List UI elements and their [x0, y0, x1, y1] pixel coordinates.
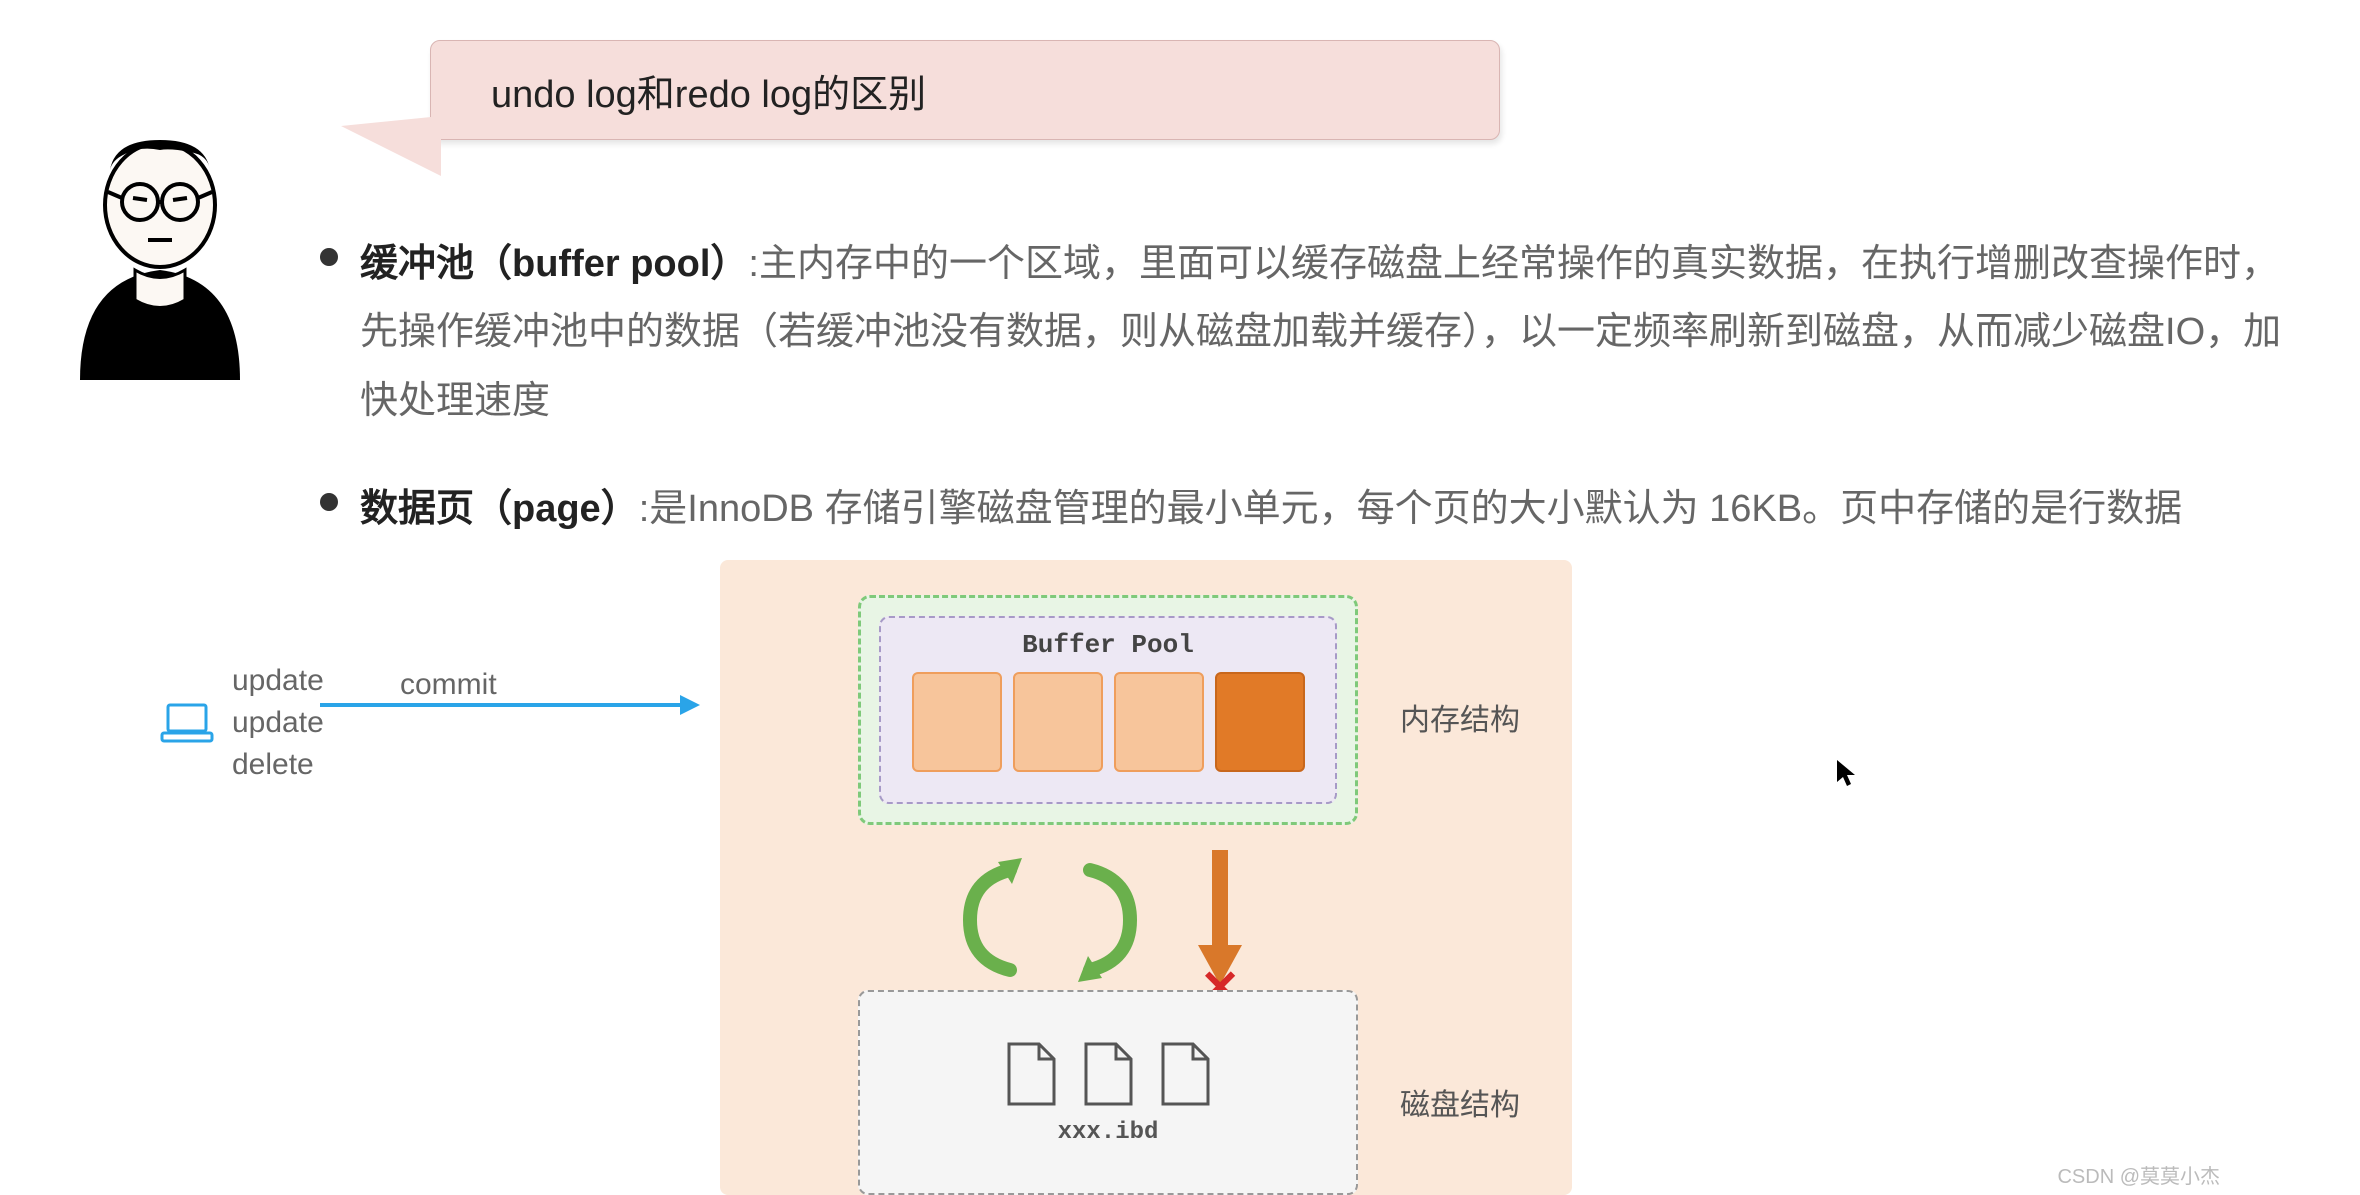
disk-label: 磁盘结构 — [1400, 1080, 1520, 1124]
buffer-pool-inner: Buffer Pool — [879, 616, 1337, 804]
bullet-text: 缓冲池（buffer pool）:主内存中的一个区域，里面可以缓存磁盘上经常操作… — [360, 230, 2300, 435]
ops-text: update update delete — [232, 660, 324, 786]
bullet-item: 数据页（page）:是InnoDB 存储引擎磁盘管理的最小单元，每个页的大小默认… — [320, 475, 2300, 543]
bullet-dot — [320, 248, 338, 266]
commit-arrow-icon — [320, 685, 700, 725]
client-operations: update update delete — [160, 660, 324, 786]
op-update2: update — [232, 702, 324, 744]
file-icons — [1004, 1039, 1213, 1109]
op-delete: delete — [232, 744, 324, 786]
bullet-label: 缓冲池（buffer pool） — [360, 243, 748, 285]
engine-box: Buffer Pool 内存结构 ✕ xxx.ibd 磁盘结构 — [720, 560, 1572, 1195]
bullet-dot — [320, 493, 338, 511]
buffer-page-dirty — [1215, 672, 1305, 772]
bullet-item: 缓冲池（buffer pool）:主内存中的一个区域，里面可以缓存磁盘上经常操作… — [320, 230, 2300, 435]
buffer-page — [1013, 672, 1103, 772]
buffer-pages — [901, 672, 1315, 772]
mouse-cursor-icon — [1835, 758, 1857, 788]
file-icon — [1081, 1039, 1136, 1109]
watermark: CSDN @莫莫小杰 — [2057, 1160, 2220, 1189]
buffer-page — [1114, 672, 1204, 772]
buffer-page — [912, 672, 1002, 772]
bullet-list: 缓冲池（buffer pool）:主内存中的一个区域，里面可以缓存磁盘上经常操作… — [320, 230, 2300, 584]
title-text: undo log和redo log的区别 — [491, 63, 926, 118]
op-update1: update — [232, 660, 324, 702]
buffer-pool-outer: Buffer Pool — [858, 595, 1358, 825]
file-icon — [1158, 1039, 1213, 1109]
ibd-filename: xxx.ibd — [1058, 1119, 1159, 1146]
buffer-pool-title: Buffer Pool — [901, 630, 1315, 660]
person-avatar — [40, 120, 280, 385]
bullet-desc: :是InnoDB 存储引擎磁盘管理的最小单元，每个页的大小默认为 16KB。页中… — [639, 488, 2182, 530]
bullet-text: 数据页（page）:是InnoDB 存储引擎磁盘管理的最小单元，每个页的大小默认… — [360, 475, 2182, 543]
laptop-icon — [160, 701, 214, 745]
memory-label: 内存结构 — [1400, 695, 1520, 739]
disk-box: xxx.ibd — [858, 990, 1358, 1195]
file-icon — [1004, 1039, 1059, 1109]
title-speech-bubble: undo log和redo log的区别 — [430, 40, 1500, 140]
bullet-label: 数据页（page） — [360, 488, 639, 530]
sync-arrows-icon — [950, 850, 1150, 990]
